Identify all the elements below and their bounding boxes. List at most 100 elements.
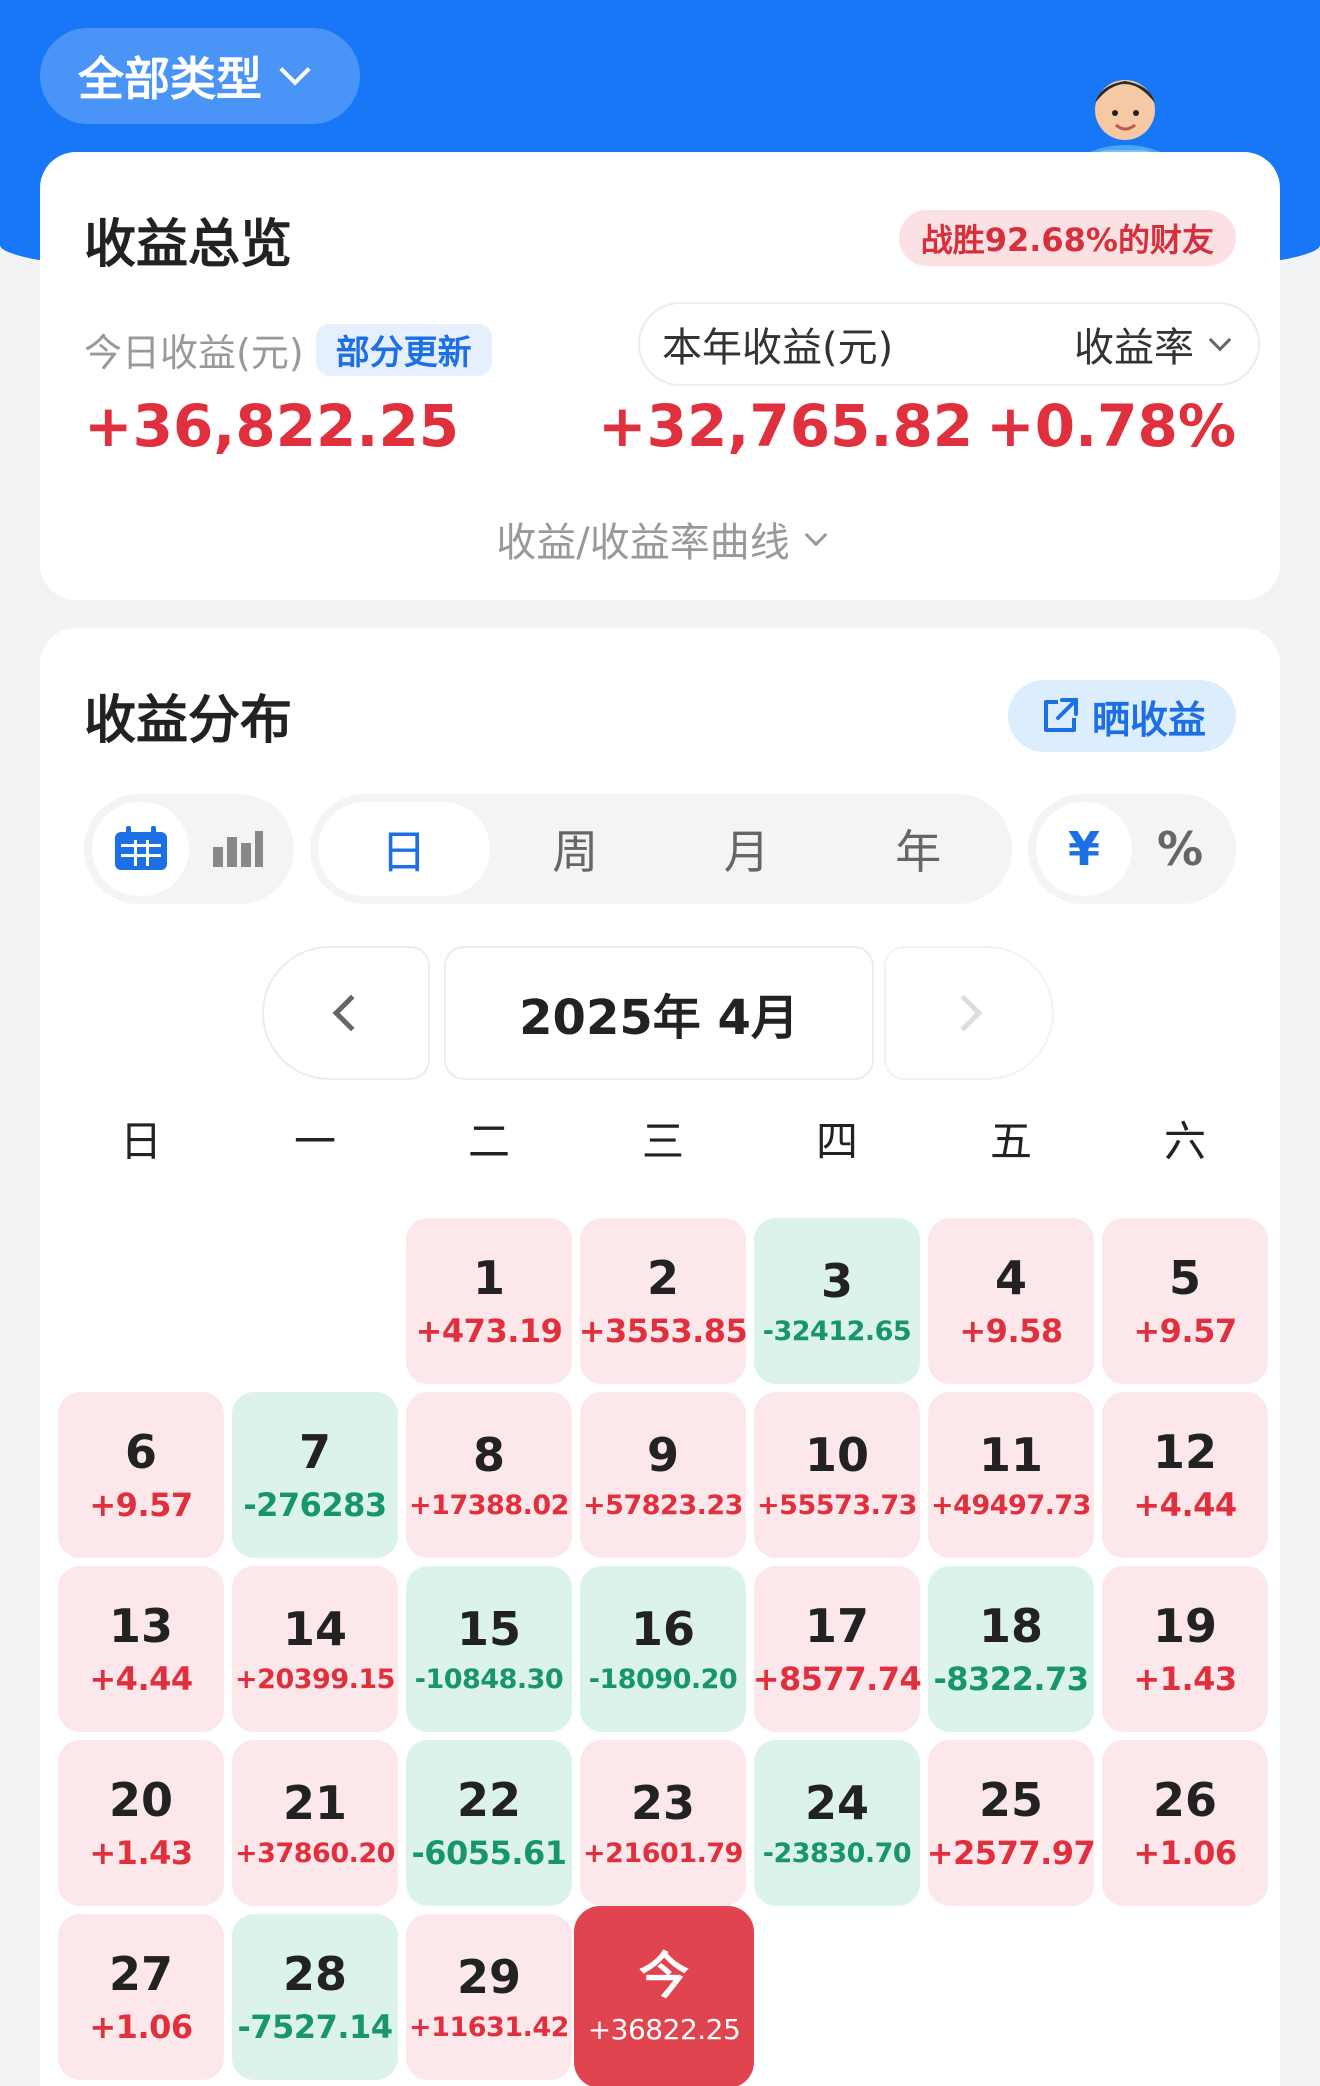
share-income-button[interactable]: 晒收益 <box>1008 680 1236 752</box>
calendar-day[interactable]: 21 +37860.20 <box>232 1740 398 1906</box>
year-income-label: 本年收益(元) <box>662 325 894 371</box>
day-number: 21 <box>282 1776 347 1831</box>
weekday-header: 日 一 二 三 四 五 六 <box>54 1108 1272 1169</box>
prev-month-button[interactable] <box>262 946 430 1080</box>
day-amount: -8322.73 <box>933 1660 1089 1699</box>
weekday-label: 二 <box>467 1117 510 1166</box>
type-selector-label: 全部类型 <box>78 52 262 106</box>
calendar-day[interactable]: 5 +9.57 <box>1102 1218 1268 1384</box>
day-amount: +1.06 <box>1133 1834 1237 1873</box>
distribution-title: 收益分布 <box>84 691 293 751</box>
unit-percent-button[interactable]: % <box>1132 802 1228 896</box>
calendar-grid: 1 +473.19 2 +3553.85 3 -32412.65 4 +9.58 5 +9.57 6… <box>54 1218 1272 2086</box>
day-amount: -18090.20 <box>588 1663 738 1695</box>
share-income-label: 晒收益 <box>1091 697 1206 742</box>
calendar-day[interactable]: 22 -6055.61 <box>406 1740 572 1906</box>
day-number: 7 <box>298 1424 331 1479</box>
calendar-day[interactable]: 23 +21601.79 <box>580 1740 746 1906</box>
calendar-day[interactable]: 3 -32412.65 <box>754 1218 920 1384</box>
calendar-day[interactable]: 2 +3553.85 <box>579 1218 748 1384</box>
calendar-view-button[interactable] <box>92 802 189 896</box>
day-amount: +55573.73 <box>757 1489 917 1521</box>
day-amount: -32412.65 <box>762 1315 912 1347</box>
today-income-label: 今日收益(元) 部分更新 <box>84 322 492 377</box>
day-amount: -7527.14 <box>237 2008 393 2047</box>
calendar-day[interactable]: 27 +1.06 <box>58 1914 224 2080</box>
tab-month[interactable]: 月 <box>661 802 833 896</box>
unit-amount-button[interactable]: ¥ <box>1036 802 1132 896</box>
calendar-day[interactable]: 1 +473.19 <box>406 1218 572 1384</box>
calendar-day[interactable]: 11 +49497.73 <box>928 1392 1094 1558</box>
day-number: 10 <box>804 1428 869 1483</box>
next-month-button[interactable] <box>884 946 1054 1080</box>
calendar-day[interactable]: 20 +1.43 <box>58 1740 224 1906</box>
type-selector[interactable]: 全部类型 <box>40 28 360 124</box>
calendar-day[interactable]: 28 -7527.14 <box>232 1914 398 2080</box>
rate-value: +0.78% <box>986 392 1236 460</box>
day-amount: -276283 <box>243 1486 387 1525</box>
period-tabs: 日 周 月 年 <box>310 794 1012 904</box>
calendar-day[interactable]: 29 +11631.42 <box>406 1914 572 2080</box>
tab-day[interactable]: 日 <box>318 802 490 896</box>
day-number: 3 <box>820 1254 853 1309</box>
month-label[interactable]: 2025年 4月 <box>444 946 874 1080</box>
rate-label: 收益率 <box>1074 325 1194 371</box>
day-amount: +21601.79 <box>583 1837 743 1869</box>
calendar-day[interactable]: 26 +1.06 <box>1102 1740 1268 1906</box>
calendar-day[interactable]: 12 +4.44 <box>1102 1392 1268 1558</box>
year-rate-selector[interactable]: 本年收益(元) 收益率 <box>638 302 1260 386</box>
calendar-day[interactable]: 18 -8322.73 <box>928 1566 1094 1732</box>
day-number: 28 <box>282 1946 347 2001</box>
day-amount: +9.57 <box>89 1486 193 1525</box>
overview-card: 收益总览 战胜92.68%的财友 今日收益(元) 部分更新 本年收益(元) 收益… <box>40 152 1280 600</box>
day-number: 22 <box>456 1772 521 1827</box>
bar-chart-view-button[interactable] <box>189 802 286 896</box>
calendar-day[interactable]: 14 +20399.15 <box>232 1566 398 1732</box>
day-amount: +8577.74 <box>752 1660 922 1699</box>
day-amount: +11631.42 <box>409 2011 569 2043</box>
rate-dropdown[interactable]: 收益率 <box>1074 315 1232 373</box>
weekday-label: 三 <box>641 1117 684 1166</box>
calendar-day[interactable]: 10 +55573.73 <box>754 1392 920 1558</box>
share-icon <box>1043 698 1078 732</box>
calendar-day[interactable]: 4 +9.58 <box>928 1218 1094 1384</box>
day-number: 24 <box>804 1776 869 1831</box>
calendar-day[interactable]: 8 +17388.02 <box>406 1392 572 1558</box>
day-number: 8 <box>472 1428 505 1483</box>
calendar-day[interactable]: 17 +8577.74 <box>752 1566 922 1732</box>
calendar-day[interactable]: 24 -23830.70 <box>754 1740 920 1906</box>
day-amount: +37860.20 <box>235 1837 395 1869</box>
day-number: 20 <box>108 1772 173 1827</box>
day-amount: +49497.73 <box>931 1489 1091 1521</box>
day-number: 17 <box>804 1598 869 1653</box>
calendar-day-today[interactable]: 今 +36822.25 <box>574 1906 754 2086</box>
today-income-label-text: 今日收益(元) <box>84 331 304 375</box>
day-number: 23 <box>630 1776 695 1831</box>
day-number: 27 <box>108 1946 173 2001</box>
calendar-day[interactable]: 25 +2577.97 <box>926 1740 1096 1906</box>
day-amount: +2577.97 <box>926 1834 1096 1873</box>
view-toggle <box>84 794 294 904</box>
partial-update-badge[interactable]: 部分更新 <box>315 323 492 376</box>
tab-year[interactable]: 年 <box>833 802 1005 896</box>
day-number: 4 <box>994 1250 1027 1305</box>
day-number: 13 <box>108 1598 173 1653</box>
weekday-label: 五 <box>989 1117 1032 1166</box>
bar-chart-icon <box>212 831 263 867</box>
tab-week[interactable]: 周 <box>490 802 662 896</box>
calendar-day[interactable]: 19 +1.43 <box>1102 1566 1268 1732</box>
calendar-day[interactable]: 9 +57823.23 <box>580 1392 746 1558</box>
day-number: 6 <box>124 1424 157 1479</box>
day-number: 15 <box>456 1602 521 1657</box>
unit-toggle: ¥ % <box>1028 794 1236 904</box>
calendar-day[interactable]: 13 +4.44 <box>58 1566 224 1732</box>
calendar-day[interactable]: 6 +9.57 <box>58 1392 224 1558</box>
calendar-day[interactable]: 7 -276283 <box>232 1392 398 1558</box>
calendar-day[interactable]: 16 -18090.20 <box>580 1566 746 1732</box>
curve-toggle[interactable]: 收益/收益率曲线 <box>40 510 1280 568</box>
calendar-icon <box>114 826 167 870</box>
calendar-day[interactable]: 15 -10848.30 <box>406 1566 572 1732</box>
day-number: 14 <box>282 1602 347 1657</box>
day-number: 19 <box>1152 1598 1217 1653</box>
today-income-value: +36,822.25 <box>84 392 460 460</box>
